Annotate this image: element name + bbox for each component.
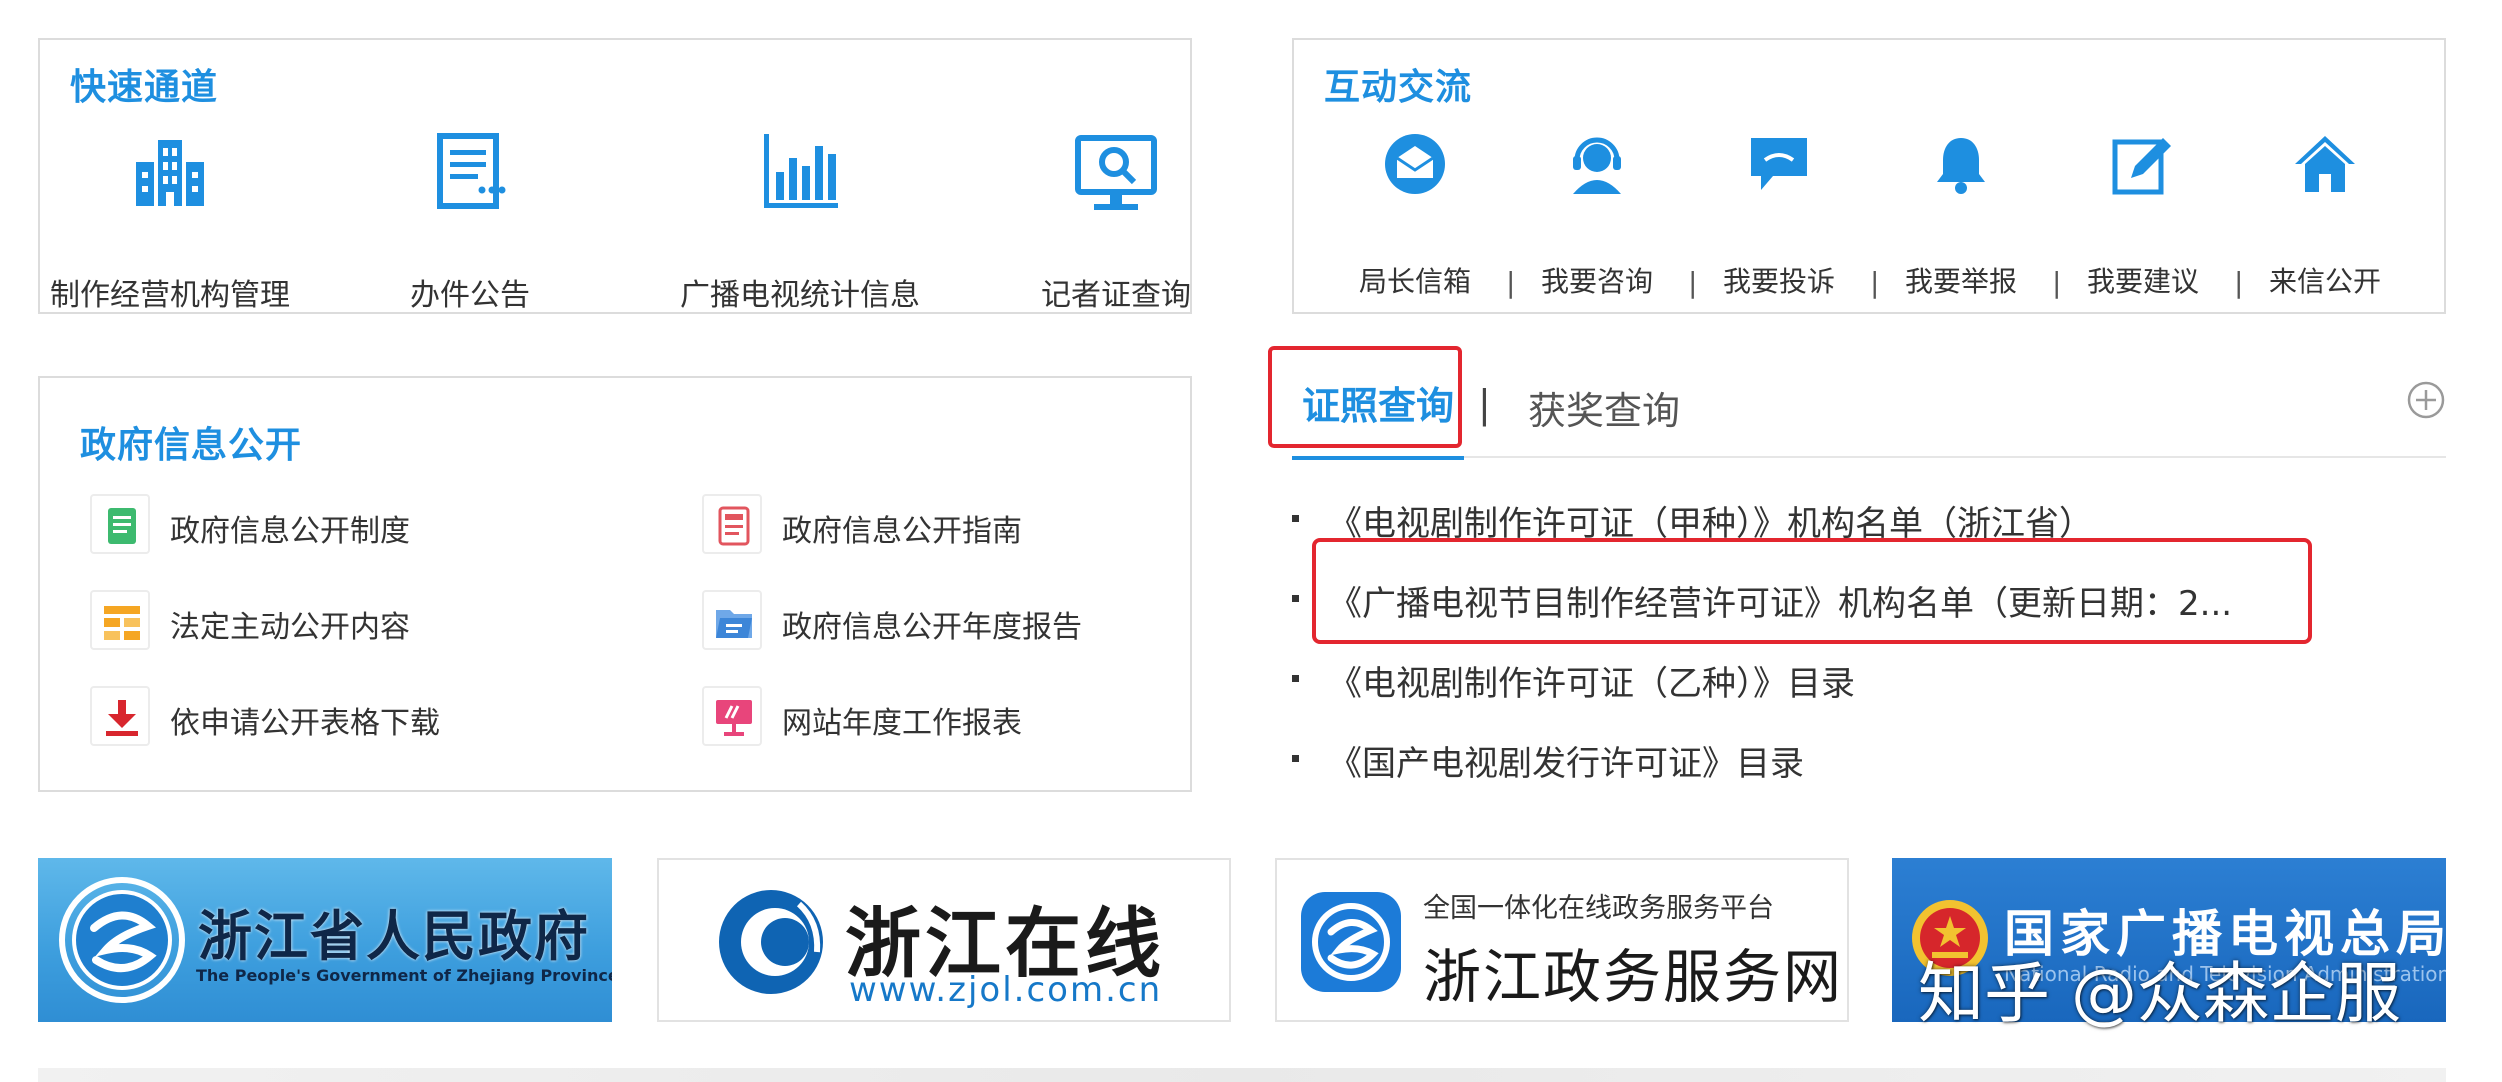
plus-circle-icon[interactable] <box>2406 380 2446 420</box>
highlight-box-list-item <box>1312 538 2312 644</box>
interaction-item-label: 我要投诉 <box>1722 265 1835 298</box>
quick-item-label: 办件公告 <box>410 278 530 313</box>
gov-item-system[interactable]: 政府信息公开制度 <box>90 494 610 558</box>
license-tabs: 证照查询 | 获奖查询 <box>1292 346 2446 460</box>
bullet-icon <box>1292 515 1299 522</box>
gov-info-title: 政府信息公开 <box>80 425 303 466</box>
bar-chart-icon <box>764 134 838 208</box>
interaction-item-label: 我要举报 <box>1904 265 2017 298</box>
interaction-panel: 互动交流 局长信箱 | 我要咨询 | 我要投诉 | 我要举报 | 我要建议 | … <box>1292 38 2446 314</box>
building-icon <box>136 140 204 206</box>
yellow-grid-icon <box>90 590 150 650</box>
license-list-item[interactable]: 《国产电视剧发行许可证》目录 <box>1292 728 2442 788</box>
gov-item-website-report[interactable]: 网站年度工作报表 <box>702 686 1222 750</box>
quick-item-label: 制作经营机构管理 <box>50 278 290 313</box>
banner-gov-service-title: 浙江政务服务网 <box>1423 943 1844 1011</box>
gov-item-label: 政府信息公开指南 <box>782 514 1022 549</box>
gov-item-proactive-content[interactable]: 法定主动公开内容 <box>90 590 610 654</box>
quick-item-label: 广播电视统计信息 <box>680 278 920 313</box>
quick-access-panel: 快速通道 制作经营机构管理 办件公告 广播电视统计信息 记者证查询 <box>38 38 1192 314</box>
tab-award-query[interactable]: 获奖查询 <box>1528 380 1680 435</box>
presentation-icon <box>702 686 762 746</box>
edit-icon <box>2112 138 2171 195</box>
banner-zhejiang-gov[interactable]: 浙江省人民政府 The People's Government of Zheji… <box>38 858 612 1022</box>
interaction-item-label: 来信公开 <box>2268 265 2381 298</box>
banner-zhejiang-gov-subtitle: The People's Government of Zhejiang Prov… <box>196 966 612 985</box>
interaction-item-public-letters[interactable]: 来信公开 <box>2240 132 2410 298</box>
interaction-item-label: 局长信箱 <box>1358 265 1471 298</box>
bullet-icon <box>1292 675 1299 682</box>
quick-item-statistics[interactable]: 广播电视统计信息 <box>650 132 950 313</box>
gov-info-panel: 政府信息公开 政府信息公开制度 政府信息公开指南 法定主动公开内容 政府信息公开… <box>38 376 1192 792</box>
home-icon <box>2295 136 2355 192</box>
quick-access-title: 快速通道 <box>70 67 219 108</box>
banner-zjol[interactable]: 浙江在线 www.zjol.com.cn <box>657 858 1231 1022</box>
bullet-icon <box>1292 755 1299 762</box>
chat-bubble-icon <box>1751 138 1807 190</box>
interaction-item-report[interactable]: 我要举报 <box>1876 132 2046 298</box>
interaction-item-label: 我要咨询 <box>1540 265 1653 298</box>
blue-folder-icon <box>702 590 762 650</box>
banner-gov-service-subtitle: 全国一体化在线政务服务平台 <box>1423 893 1774 924</box>
zhejiang-gov-logo-icon <box>59 877 185 1003</box>
red-doc-icon <box>702 494 762 554</box>
license-list-item[interactable]: 《电视剧制作许可证（乙种）》目录 <box>1292 648 2442 708</box>
gov-item-label: 政府信息公开制度 <box>170 514 410 549</box>
tab-separator: | <box>1478 382 1491 426</box>
banner-zj-gov-service[interactable]: 全国一体化在线政务服务平台 浙江政务服务网 <box>1275 858 1849 1022</box>
interaction-item-consult[interactable]: 我要咨询 <box>1512 132 1682 298</box>
monitor-search-icon <box>1075 135 1157 210</box>
gov-item-label: 网站年度工作报表 <box>782 706 1022 741</box>
interaction-title: 互动交流 <box>1324 67 1473 108</box>
quick-item-notices[interactable]: 办件公告 <box>320 132 620 313</box>
quick-item-label: 记者证查询 <box>1041 278 1191 313</box>
gov-item-label: 依申请公开表格下载 <box>170 706 440 741</box>
green-doc-icon <box>90 494 150 554</box>
quick-item-press-card[interactable]: 记者证查询 <box>966 132 1266 313</box>
document-list-icon <box>437 133 506 209</box>
bell-icon <box>1937 138 1985 194</box>
quick-item-agency-management[interactable]: 制作经营机构管理 <box>20 132 320 313</box>
license-item-label: 《电视剧制作许可证（乙种）》目录 <box>1328 664 1855 704</box>
license-item-label: 《国产电视剧发行许可证》目录 <box>1328 744 1804 784</box>
watermark-text: 知乎 @众森企服 <box>1918 955 2401 1032</box>
download-icon <box>90 686 150 746</box>
zjol-logo-icon <box>719 890 823 994</box>
gov-item-annual-report[interactable]: 政府信息公开年度报告 <box>702 590 1222 654</box>
interaction-item-suggestion[interactable]: 我要建议 <box>2058 132 2228 298</box>
bottom-divider <box>38 1068 2446 1082</box>
interaction-item-label: 我要建议 <box>2086 265 2199 298</box>
highlight-box-tab <box>1268 346 1462 448</box>
gov-service-logo-icon <box>1301 892 1401 992</box>
banner-zjol-url: www.zjol.com.cn <box>849 970 1163 1010</box>
bullet-icon <box>1292 595 1299 602</box>
gov-item-label: 法定主动公开内容 <box>170 610 410 645</box>
gov-item-guide[interactable]: 政府信息公开指南 <box>702 494 1222 558</box>
gov-item-application-forms[interactable]: 依申请公开表格下载 <box>90 686 610 750</box>
mail-icon <box>1385 134 1445 194</box>
banner-zhejiang-gov-title: 浙江省人民政府 <box>198 904 590 968</box>
headset-user-icon <box>1573 137 1621 194</box>
gov-item-label: 政府信息公开年度报告 <box>782 610 1082 645</box>
interaction-item-director-mailbox[interactable]: 局长信箱 <box>1330 132 1500 298</box>
interaction-item-complaint[interactable]: 我要投诉 <box>1694 132 1864 298</box>
